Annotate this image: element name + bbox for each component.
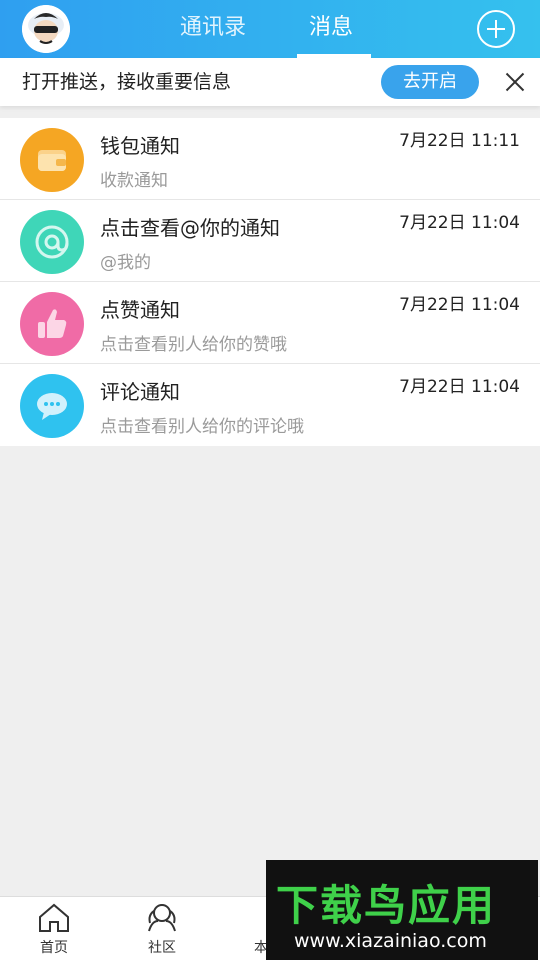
avatar[interactable] bbox=[22, 5, 70, 53]
list-item-title: 点击查看@你的通知 bbox=[100, 216, 280, 240]
thumbs-up-icon bbox=[20, 292, 84, 356]
top-header: 通讯录 消息 bbox=[0, 0, 540, 58]
list-item-time: 7月22日 11:04 bbox=[399, 377, 520, 397]
list-item-subtitle: 收款通知 bbox=[100, 171, 168, 191]
close-icon[interactable] bbox=[503, 70, 527, 94]
list-item-subtitle: @我的 bbox=[100, 253, 151, 273]
list-item-time: 7月22日 11:04 bbox=[399, 213, 520, 233]
list-item-time: 7月22日 11:04 bbox=[399, 295, 520, 315]
list-item-title: 钱包通知 bbox=[100, 134, 180, 158]
tab-contacts[interactable]: 通讯录 bbox=[180, 0, 246, 58]
community-icon bbox=[148, 904, 176, 932]
push-notification-banner: 打开推送，接收重要信息 去开启 bbox=[0, 58, 540, 106]
tab-messages[interactable]: 消息 bbox=[309, 0, 353, 58]
banner-text: 打开推送，接收重要信息 bbox=[22, 71, 232, 93]
comment-icon bbox=[20, 374, 84, 438]
list-item-time: 7月22日 11:11 bbox=[399, 131, 520, 151]
watermark-overlay: 下载鸟应用 www.xiazainiao.com bbox=[266, 860, 538, 960]
nav-label: 首页 bbox=[40, 940, 68, 956]
home-icon bbox=[39, 903, 69, 932]
list-item-title: 评论通知 bbox=[100, 380, 180, 404]
list-item-wallet[interactable]: 钱包通知 收款通知 7月22日 11:11 bbox=[0, 118, 540, 200]
list-item-subtitle: 点击查看别人给你的评论哦 bbox=[100, 417, 304, 437]
watermark-url: www.xiazainiao.com bbox=[294, 930, 487, 952]
wallet-icon bbox=[20, 128, 84, 192]
watermark-logo-text: 下载鸟应用 bbox=[276, 881, 497, 930]
at-icon bbox=[20, 210, 84, 274]
plus-circle-icon[interactable] bbox=[477, 10, 515, 48]
list-item-likes[interactable]: 点赞通知 点击查看别人给你的赞哦 7月22日 11:04 bbox=[0, 282, 540, 364]
nav-item-community[interactable]: 社区 bbox=[127, 901, 197, 957]
list-item-comments[interactable]: 评论通知 点击查看别人给你的评论哦 7月22日 11:04 bbox=[0, 364, 540, 446]
enable-push-button[interactable]: 去开启 bbox=[381, 65, 479, 99]
list-item-mention[interactable]: 点击查看@你的通知 @我的 7月22日 11:04 bbox=[0, 200, 540, 282]
list-item-subtitle: 点击查看别人给你的赞哦 bbox=[100, 335, 287, 355]
message-list: 钱包通知 收款通知 7月22日 11:11 点击查看@你的通知 @我的 7月22… bbox=[0, 118, 540, 446]
list-item-title: 点赞通知 bbox=[100, 298, 180, 322]
nav-item-home[interactable]: 首页 bbox=[19, 901, 89, 957]
cartoon-avatar-icon bbox=[22, 5, 70, 53]
nav-label: 社区 bbox=[148, 940, 176, 956]
